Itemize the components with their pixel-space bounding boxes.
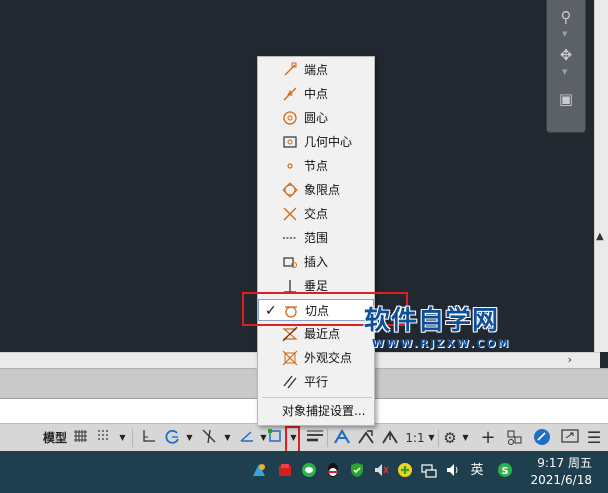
menu-item-label: 外观交点 bbox=[304, 351, 353, 365]
workspace-dropdown-icon[interactable]: ▼ bbox=[460, 428, 471, 448]
grid-icon[interactable] bbox=[72, 428, 90, 448]
annotation-scale-icon[interactable] bbox=[380, 428, 400, 448]
menu-item-label: 端点 bbox=[304, 63, 329, 77]
volume-icon[interactable] bbox=[444, 462, 462, 480]
status-bar: 模型 ▼ ▼ ▼ ▼ ▼ 1:1 ▼ ⚙ ▼ + ☰ bbox=[0, 423, 608, 452]
menu-item-midpoint[interactable]: 中点 bbox=[258, 83, 374, 105]
menu-item-label: 对象捕捉设置... bbox=[282, 404, 366, 418]
divider bbox=[132, 429, 133, 447]
tray-plus-icon[interactable] bbox=[396, 462, 414, 480]
menu-item-label: 插入 bbox=[304, 255, 329, 269]
auto-scale-icon[interactable] bbox=[356, 428, 376, 448]
ortho-icon[interactable] bbox=[140, 428, 158, 448]
menu-item-label: 最近点 bbox=[304, 327, 341, 341]
tracking-dropdown-icon[interactable]: ▼ bbox=[222, 428, 233, 448]
svg-text:S: S bbox=[501, 466, 508, 477]
object-snap-menu: 端点 中点 圆心 几何中心 节点 象限点 交点 范围 插入 垂足 ✓ 切点 最近… bbox=[257, 56, 375, 426]
menu-item-geometric-center[interactable]: 几何中心 bbox=[258, 131, 374, 153]
plus-icon[interactable]: + bbox=[478, 428, 498, 448]
tray-box-icon[interactable] bbox=[276, 462, 294, 480]
clock[interactable]: 9:17 周五 2021/6/18 bbox=[530, 455, 592, 489]
lineweight-icon[interactable] bbox=[305, 428, 325, 448]
nearest-icon bbox=[282, 326, 298, 342]
navigation-bar: ⚲ ▼ ✥ ▼ ▣ bbox=[546, 0, 586, 133]
clock-date: 2021/6/18 bbox=[530, 473, 592, 487]
scale-label[interactable]: 1:1 bbox=[404, 428, 426, 448]
insertion-icon bbox=[283, 257, 297, 268]
orbit-dropdown-icon[interactable]: ▼ bbox=[562, 68, 567, 76]
watermark-url: WWW.RJZXW.COM bbox=[372, 337, 511, 350]
extension-icon bbox=[283, 237, 297, 239]
network-icon[interactable] bbox=[420, 462, 438, 480]
watermark: 软件自学网 WWW.RJZXW.COM bbox=[364, 306, 514, 354]
ime-indicator[interactable]: 英 bbox=[468, 462, 486, 480]
menu-item-node[interactable]: 节点 bbox=[258, 155, 374, 177]
tray-wechat-icon[interactable] bbox=[300, 462, 318, 480]
clean-screen-icon[interactable] bbox=[560, 428, 580, 448]
menu-item-parallel[interactable]: 平行 bbox=[258, 371, 374, 393]
hardware-acceleration-icon[interactable] bbox=[532, 428, 552, 448]
menu-item-label: 圆心 bbox=[304, 111, 329, 125]
midpoint-icon bbox=[283, 87, 297, 101]
geometric-center-icon bbox=[283, 136, 297, 148]
taskbar: 英 S 9:17 周五 2021/6/18 bbox=[0, 451, 608, 493]
menu-item-center[interactable]: 圆心 bbox=[258, 107, 374, 129]
divider bbox=[327, 429, 328, 447]
divider bbox=[438, 429, 439, 447]
customize-menu-icon[interactable]: ☰ bbox=[584, 428, 604, 448]
parallel-icon bbox=[283, 375, 297, 389]
annotation-visibility-icon[interactable] bbox=[332, 428, 352, 448]
tray-security-icon[interactable] bbox=[348, 462, 366, 480]
isolate-objects-icon[interactable] bbox=[504, 428, 524, 448]
menu-item-label: 平行 bbox=[304, 375, 329, 389]
snap-icon[interactable] bbox=[95, 428, 113, 448]
menu-item-label: 范围 bbox=[304, 231, 329, 245]
snap-dropdown-icon[interactable]: ▼ bbox=[117, 428, 128, 448]
endpoint-icon bbox=[284, 62, 297, 76]
menu-item-label: 几何中心 bbox=[304, 135, 353, 149]
menu-item-apparent-intersection[interactable]: 外观交点 bbox=[258, 347, 374, 369]
menu-item-nearest[interactable]: 最近点 bbox=[258, 323, 374, 345]
scroll-up-icon[interactable]: ▲ bbox=[596, 231, 604, 242]
quadrant-icon bbox=[282, 182, 298, 198]
menu-item-label: 象限点 bbox=[304, 183, 341, 197]
center-icon bbox=[283, 111, 297, 125]
menu-item-extension[interactable]: 范围 bbox=[258, 227, 374, 249]
polar-dropdown-icon[interactable]: ▼ bbox=[184, 428, 195, 448]
menu-item-intersection[interactable]: 交点 bbox=[258, 203, 374, 225]
tray-app-icon[interactable] bbox=[250, 462, 268, 480]
menu-item-label: 交点 bbox=[304, 207, 329, 221]
scroll-right-icon[interactable]: › bbox=[568, 353, 572, 366]
node-icon bbox=[287, 163, 293, 169]
object-snap-tracking-icon[interactable] bbox=[200, 428, 218, 448]
vertical-scrollbar[interactable]: ▲ bbox=[594, 0, 608, 352]
menu-item-label: 中点 bbox=[304, 87, 329, 101]
tray-speaker-icon[interactable] bbox=[372, 462, 390, 480]
intersection-icon bbox=[283, 207, 297, 221]
showmotion-icon[interactable]: ▣ bbox=[555, 88, 577, 110]
clock-time: 9:17 周五 bbox=[537, 456, 592, 470]
apparent-intersection-icon bbox=[282, 350, 298, 366]
tray-sogou-icon[interactable]: S bbox=[496, 462, 514, 480]
gear-icon[interactable]: ⚙ bbox=[442, 428, 458, 448]
zoom-icon[interactable]: ⚲ bbox=[555, 6, 577, 28]
menu-item-insertion[interactable]: 插入 bbox=[258, 251, 374, 273]
model-tab[interactable]: 模型 bbox=[40, 428, 70, 448]
scale-dropdown-icon[interactable]: ▼ bbox=[426, 428, 437, 448]
menu-item-label: 节点 bbox=[304, 159, 329, 173]
polar-tracking-icon[interactable] bbox=[162, 428, 182, 448]
menu-item-quadrant[interactable]: 象限点 bbox=[258, 179, 374, 201]
menu-item-osnap-settings[interactable]: 对象捕捉设置... bbox=[258, 400, 374, 422]
tray-qq-icon[interactable] bbox=[324, 462, 342, 480]
menu-item-endpoint[interactable]: 端点 bbox=[258, 59, 374, 81]
isodraft-icon[interactable] bbox=[238, 428, 256, 448]
watermark-title: 软件自学网 bbox=[364, 306, 500, 336]
zoom-dropdown-icon[interactable]: ▼ bbox=[562, 30, 567, 38]
menu-divider bbox=[262, 397, 372, 398]
orbit-icon[interactable]: ✥ bbox=[555, 44, 577, 66]
object-snap-icon[interactable] bbox=[266, 428, 284, 448]
